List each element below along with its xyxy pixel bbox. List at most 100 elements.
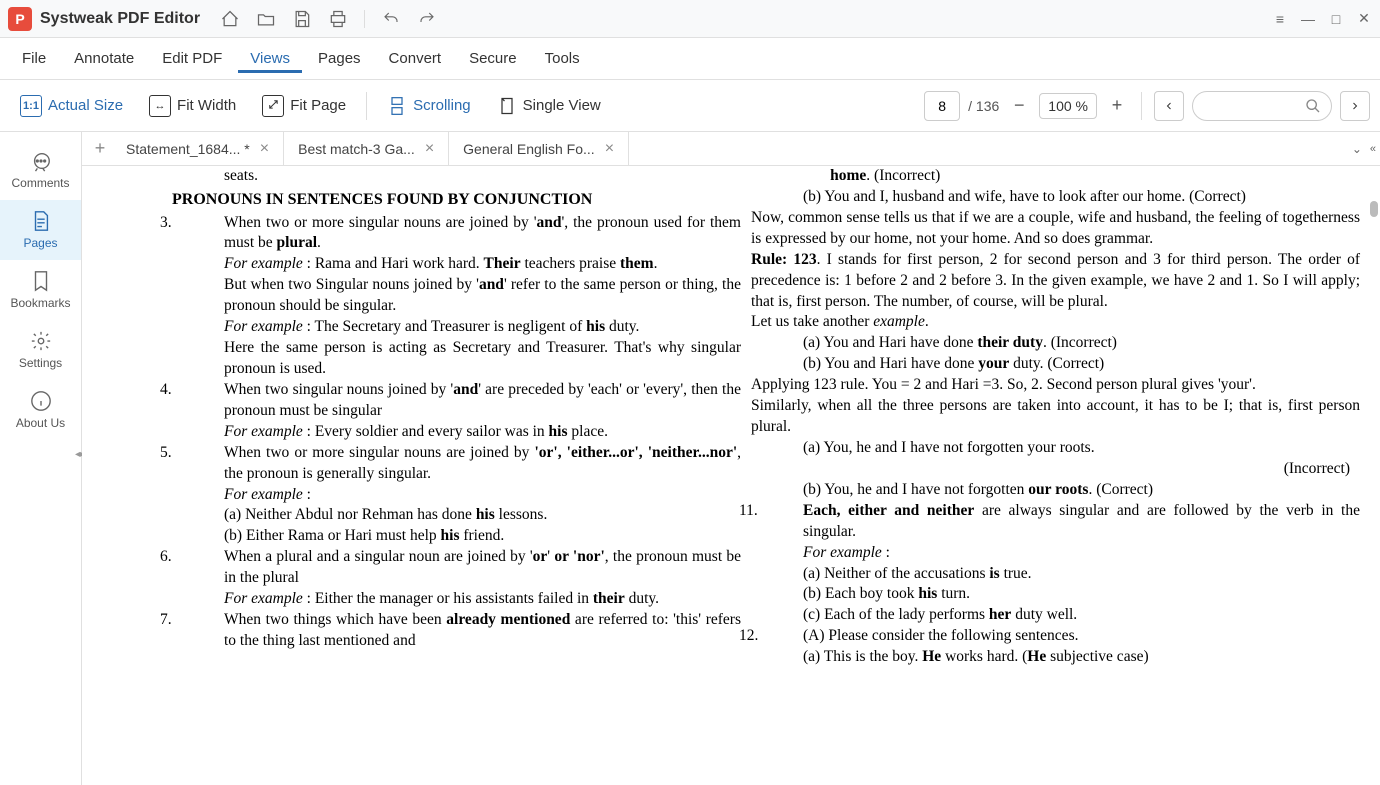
folder-icon[interactable] bbox=[256, 9, 276, 29]
info-icon bbox=[30, 390, 52, 412]
single-view-label: Single View bbox=[523, 97, 601, 114]
fit-page-button[interactable]: ⤢ Fit Page bbox=[252, 89, 356, 123]
minimize-icon[interactable]: — bbox=[1300, 11, 1316, 27]
doc-text: Here the same person is acting as Secret… bbox=[172, 338, 741, 380]
doc-text: seats. bbox=[172, 166, 741, 187]
actual-size-button[interactable]: 1:1 Actual Size bbox=[10, 89, 133, 123]
collapse-icon[interactable]: « bbox=[1370, 143, 1376, 155]
fit-width-button[interactable]: ↔ Fit Width bbox=[139, 89, 246, 123]
doc-text: 4.When two singular nouns joined by 'and… bbox=[172, 380, 741, 422]
tab-english[interactable]: General English Fo... × bbox=[449, 132, 629, 165]
doc-text: Let us take another example. bbox=[751, 312, 1360, 333]
fit-page-icon: ⤢ bbox=[262, 95, 284, 117]
document-viewport[interactable]: seats. PRONOUNS IN SENTENCES FOUND BY CO… bbox=[82, 166, 1380, 785]
left-sidebar: Comments Pages Bookmarks Settings About … bbox=[0, 132, 82, 785]
redo-icon[interactable] bbox=[417, 9, 437, 29]
tab-close-icon[interactable]: × bbox=[425, 140, 434, 158]
sidebar-about[interactable]: About Us bbox=[0, 380, 81, 440]
doc-text: Rule: 123. I stands for first person, 2 … bbox=[751, 250, 1360, 313]
menu-file[interactable]: File bbox=[10, 44, 58, 73]
save-icon[interactable] bbox=[292, 9, 312, 29]
menu-edit-pdf[interactable]: Edit PDF bbox=[150, 44, 234, 73]
scrolling-icon bbox=[387, 96, 407, 116]
doc-text: (a) Neither of the accusations is true. bbox=[751, 564, 1360, 585]
bookmark-icon bbox=[30, 270, 52, 292]
prev-page-button[interactable] bbox=[1154, 91, 1184, 121]
sidebar-pages[interactable]: Pages bbox=[0, 200, 81, 260]
tab-close-icon[interactable]: × bbox=[260, 140, 269, 158]
doc-text: 12.(A) Please consider the following sen… bbox=[751, 626, 1360, 647]
zoom-value[interactable]: 100 % bbox=[1039, 93, 1097, 119]
doc-text: (Incorrect) bbox=[751, 459, 1360, 480]
tab-label: General English Fo... bbox=[463, 141, 595, 157]
sidebar-settings[interactable]: Settings bbox=[0, 320, 81, 380]
doc-text: (b) Either Rama or Hari must help his fr… bbox=[172, 526, 741, 547]
fit-page-label: Fit Page bbox=[290, 97, 346, 114]
doc-text: For example : bbox=[172, 485, 741, 506]
doc-text: (b) You, he and I have not forgotten our… bbox=[751, 480, 1360, 501]
comment-icon bbox=[30, 150, 52, 172]
page-icon bbox=[30, 210, 52, 232]
doc-text: 5.When two or more singular nouns are jo… bbox=[172, 443, 741, 485]
tab-label: Best match-3 Ga... bbox=[298, 141, 415, 157]
doc-text: For example : Every soldier and every sa… bbox=[172, 422, 741, 443]
doc-text: But when two Singular nouns joined by 'a… bbox=[172, 275, 741, 317]
tab-dropdown-icon[interactable]: ⌄ bbox=[1352, 142, 1362, 156]
doc-text: Now, common sense tells us that if we ar… bbox=[751, 208, 1360, 250]
sidebar-about-label: About Us bbox=[16, 416, 65, 430]
doc-text: For example : Either the manager or his … bbox=[172, 589, 741, 610]
fit-width-icon: ↔ bbox=[149, 95, 171, 117]
app-title: Systweak PDF Editor bbox=[40, 10, 200, 28]
doc-text: home. (Incorrect) bbox=[751, 166, 1360, 187]
undo-icon[interactable] bbox=[381, 9, 401, 29]
actual-size-label: Actual Size bbox=[48, 97, 123, 114]
page-input[interactable] bbox=[924, 91, 960, 121]
doc-text: For example : The Secretary and Treasure… bbox=[172, 317, 741, 338]
zoom-out-button[interactable]: − bbox=[1007, 94, 1031, 118]
doc-text: 6.When a plural and a singular noun are … bbox=[172, 547, 741, 589]
menu-views[interactable]: Views bbox=[238, 44, 302, 73]
zoom-in-button[interactable]: + bbox=[1105, 94, 1129, 118]
sidebar-comments-label: Comments bbox=[11, 176, 69, 190]
doc-text: (a) You, he and I have not forgotten you… bbox=[751, 438, 1360, 459]
doc-text: Similarly, when all the three persons ar… bbox=[751, 396, 1360, 438]
pdf-page: seats. PRONOUNS IN SENTENCES FOUND BY CO… bbox=[82, 166, 1380, 785]
doc-text: 11.Each, either and neither are always s… bbox=[751, 501, 1360, 543]
doc-text: (b) You and I, husband and wife, have to… bbox=[751, 187, 1360, 208]
home-icon[interactable] bbox=[220, 9, 240, 29]
doc-text: (a) Neither Abdul nor Rehman has done hi… bbox=[172, 505, 741, 526]
menu-pages[interactable]: Pages bbox=[306, 44, 373, 73]
search-input[interactable] bbox=[1192, 91, 1332, 121]
scrolling-button[interactable]: Scrolling bbox=[377, 90, 481, 122]
hamburger-icon[interactable]: ≡ bbox=[1272, 11, 1288, 27]
sidebar-comments[interactable]: Comments bbox=[0, 140, 81, 200]
sidebar-pages-label: Pages bbox=[23, 236, 57, 250]
doc-text: 7.When two things which have been alread… bbox=[172, 610, 741, 652]
tab-match3[interactable]: Best match-3 Ga... × bbox=[284, 132, 449, 165]
scrolling-label: Scrolling bbox=[413, 97, 471, 114]
menu-secure[interactable]: Secure bbox=[457, 44, 529, 73]
doc-text: (b) Each boy took his turn. bbox=[751, 584, 1360, 605]
doc-text: (a) You and Hari have done their duty. (… bbox=[751, 333, 1360, 354]
tab-statement[interactable]: Statement_1684... * × bbox=[112, 132, 284, 165]
print-icon[interactable] bbox=[328, 9, 348, 29]
sidebar-bookmarks-label: Bookmarks bbox=[10, 296, 70, 310]
doc-text: For example : Rama and Hari work hard. T… bbox=[172, 254, 741, 275]
tab-close-icon[interactable]: × bbox=[605, 140, 614, 158]
close-icon[interactable]: ✕ bbox=[1356, 11, 1372, 27]
doc-text: Applying 123 rule. You = 2 and Hari =3. … bbox=[751, 375, 1360, 396]
menu-annotate[interactable]: Annotate bbox=[62, 44, 146, 73]
menu-bar: File Annotate Edit PDF Views Pages Conve… bbox=[0, 38, 1380, 80]
scrollbar-thumb[interactable] bbox=[1370, 201, 1378, 217]
next-page-button[interactable] bbox=[1340, 91, 1370, 121]
menu-tools[interactable]: Tools bbox=[533, 44, 592, 73]
sidebar-bookmarks[interactable]: Bookmarks bbox=[0, 260, 81, 320]
doc-text: For example : bbox=[751, 543, 1360, 564]
single-view-icon bbox=[497, 96, 517, 116]
add-tab-button[interactable]: + bbox=[88, 137, 112, 161]
doc-text: (b) You and Hari have done your duty. (C… bbox=[751, 354, 1360, 375]
menu-convert[interactable]: Convert bbox=[377, 44, 454, 73]
maximize-icon[interactable]: □ bbox=[1328, 11, 1344, 27]
single-view-button[interactable]: Single View bbox=[487, 90, 611, 122]
doc-text: 3.When two or more singular nouns are jo… bbox=[172, 213, 741, 255]
